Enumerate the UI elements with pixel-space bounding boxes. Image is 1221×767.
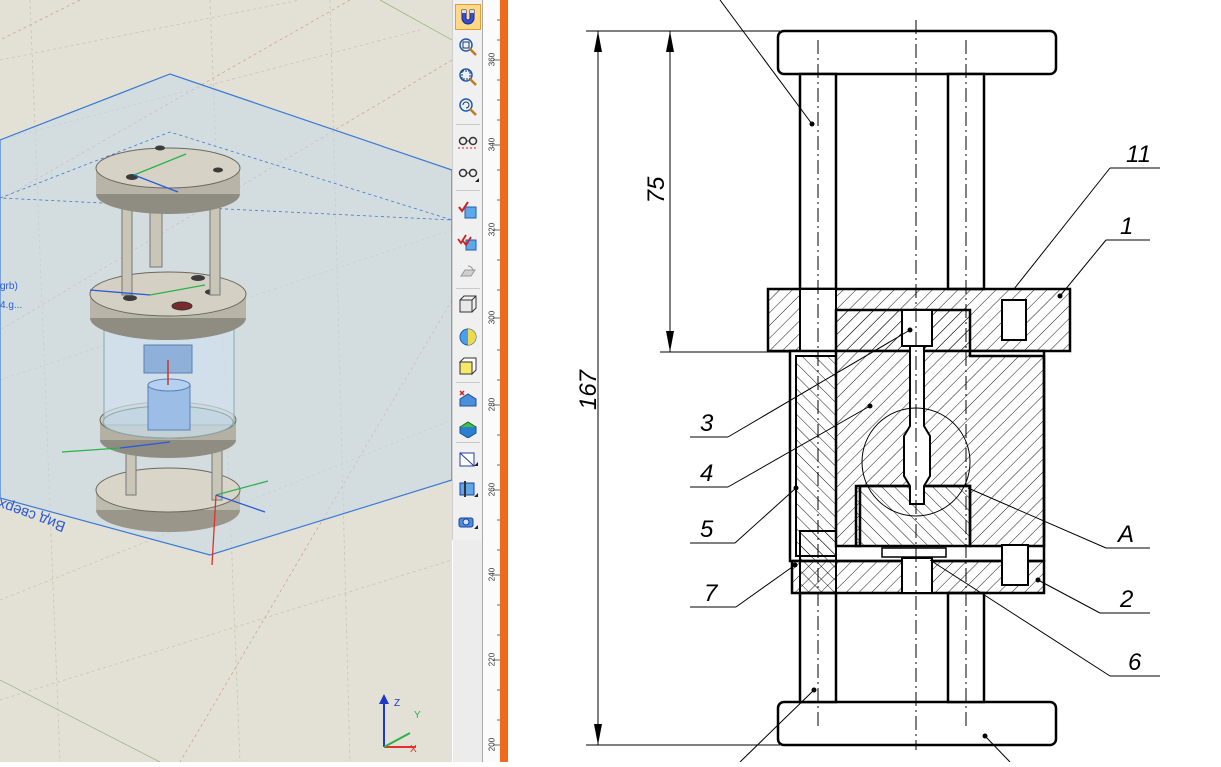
- model-file-text-2: 4.g...: [0, 300, 23, 311]
- ruler-label: 280: [487, 397, 497, 412]
- 3d-viewport[interactable]: grb) 4.g... Вид сверху Z Y X: [0, 0, 452, 762]
- ruler-label: 340: [487, 137, 497, 152]
- callout-6: 6: [1128, 649, 1142, 676]
- dimension-upper-label: 75: [643, 176, 670, 203]
- blue-solid-icon[interactable]: [455, 386, 481, 412]
- check-solid-icon[interactable]: [455, 196, 481, 222]
- callout-7: 7: [704, 580, 719, 607]
- view-glasses-menu-icon[interactable]: [455, 160, 481, 186]
- axis-y-label: Y: [414, 710, 421, 721]
- shading-sphere-icon[interactable]: [455, 324, 481, 350]
- ruler-label: 300: [487, 310, 497, 325]
- ruler-label: 200: [487, 737, 497, 752]
- cut-plane-icon[interactable]: [455, 476, 481, 502]
- green-solid-icon[interactable]: [455, 414, 481, 440]
- zoom-window-icon[interactable]: [455, 34, 481, 60]
- camera-projector-icon[interactable]: [455, 508, 481, 534]
- dimension-overall-label: 167: [575, 368, 602, 410]
- wireframe-box-icon[interactable]: [455, 292, 481, 318]
- callout-1: 1: [1120, 213, 1133, 240]
- ruler-label: 320: [487, 222, 497, 237]
- vertical-ruler: 360 340 320 300 280 260 240 220 200: [482, 0, 501, 762]
- ruler-label: 220: [487, 652, 497, 667]
- magnet-snap-icon[interactable]: [455, 4, 481, 30]
- ruler-ticks: [493, 19, 501, 746]
- zoom-fit-icon[interactable]: [455, 64, 481, 90]
- shaded-box-icon[interactable]: [455, 354, 481, 380]
- vertical-toolbar: [452, 0, 484, 762]
- axis-z-label: Z: [394, 698, 401, 709]
- callout-4: 4: [700, 460, 713, 487]
- model-file-text-1: grb): [0, 281, 18, 292]
- drawing-canvas: 167 75 11 1 3 4 5 A 7 2 6: [575, 0, 1160, 763]
- section-view-icon[interactable]: [455, 446, 481, 472]
- zoom-previous-icon[interactable]: [455, 94, 481, 120]
- ruler-label: 360: [487, 52, 497, 67]
- callout-3: 3: [700, 410, 714, 437]
- ruler-accent-edge: [500, 0, 508, 762]
- callout-2: 2: [1119, 586, 1133, 613]
- 3d-scene: [0, 0, 452, 762]
- callout-A: A: [1116, 521, 1134, 548]
- check-multi-solid-icon[interactable]: [455, 228, 481, 254]
- ruler-label: 240: [487, 567, 497, 582]
- axis-x-label: X: [410, 744, 417, 755]
- view-glasses-icon[interactable]: [455, 128, 481, 154]
- callout-11: 11: [1126, 141, 1151, 168]
- callout-5: 5: [700, 516, 714, 543]
- ruler-label: 260: [487, 482, 497, 497]
- rotate-disabled-icon[interactable]: [455, 260, 481, 286]
- technical-drawing[interactable]: 167 75 11 1 3 4 5 A 7 2 6: [508, 0, 1221, 763]
